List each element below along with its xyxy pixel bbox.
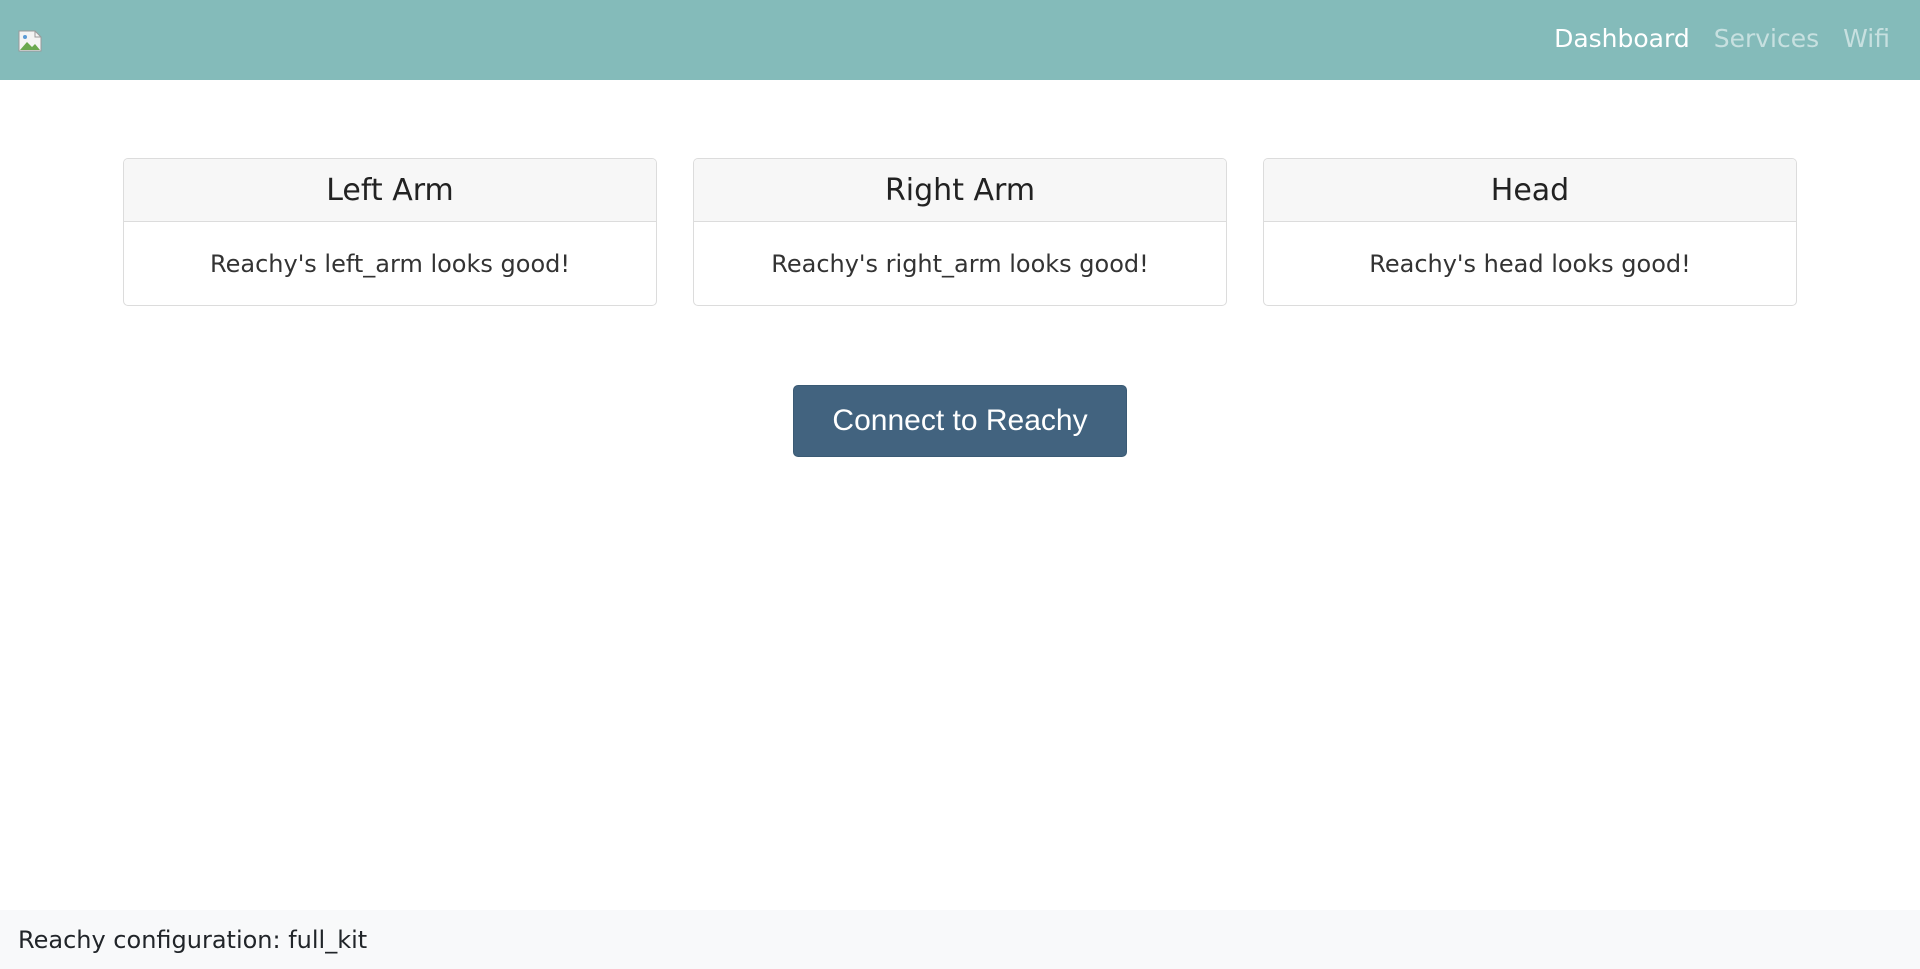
footer: Reachy configuration: full_kit <box>0 910 1920 969</box>
card-right-arm: Right Arm Reachy's right_arm looks good! <box>693 158 1227 306</box>
card-status-text: Reachy's right_arm looks good! <box>771 250 1149 278</box>
status-cards: Left Arm Reachy's left_arm looks good! R… <box>123 158 1797 306</box>
broken-image-icon[interactable] <box>18 30 42 52</box>
navbar: Dashboard Services Wifi <box>0 0 1920 80</box>
configuration-text: Reachy configuration: full_kit <box>18 925 368 954</box>
card-title: Head <box>1264 159 1796 222</box>
nav-link-dashboard[interactable]: Dashboard <box>1554 24 1690 53</box>
card-title: Right Arm <box>694 159 1226 222</box>
connect-to-reachy-button[interactable]: Connect to Reachy <box>793 385 1127 457</box>
nav-link-services[interactable]: Services <box>1714 24 1819 53</box>
card-left-arm: Left Arm Reachy's left_arm looks good! <box>123 158 657 306</box>
card-status-text: Reachy's head looks good! <box>1369 250 1691 278</box>
card-title: Left Arm <box>124 159 656 222</box>
card-status-text: Reachy's left_arm looks good! <box>210 250 570 278</box>
nav-links: Dashboard Services Wifi <box>1554 0 1890 76</box>
nav-link-wifi[interactable]: Wifi <box>1843 24 1890 53</box>
card-head: Head Reachy's head looks good! <box>1263 158 1797 306</box>
